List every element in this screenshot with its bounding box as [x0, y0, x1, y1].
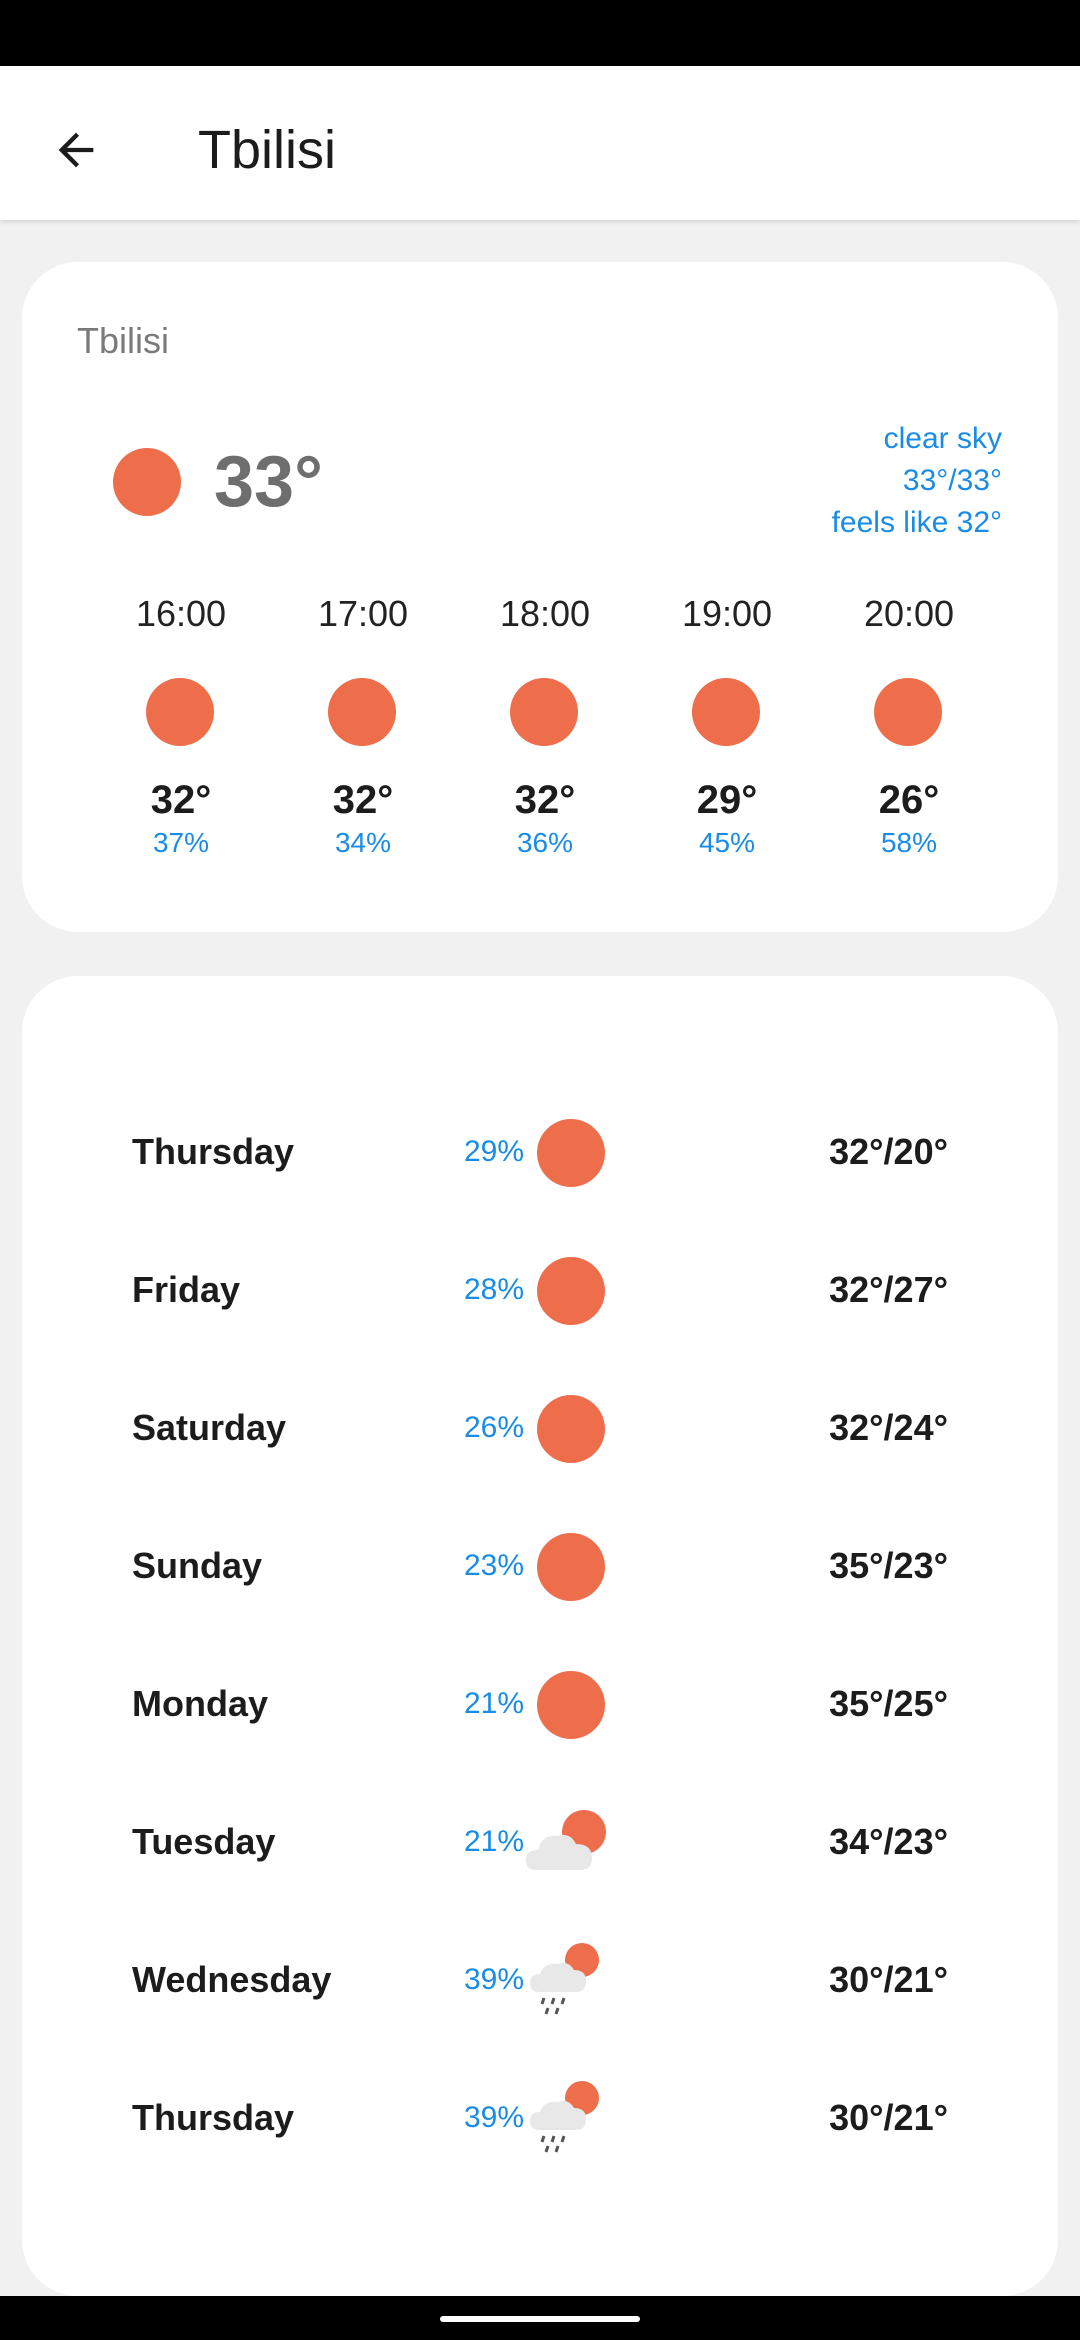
day-precipitation: 26% — [463, 1411, 524, 1444]
hourly-item: 18:00 32° 36% — [454, 592, 636, 892]
hour-precipitation: 58% — [880, 827, 938, 858]
hour-precipitation: 36% — [516, 827, 574, 858]
page-title: Tbilisi — [198, 120, 337, 180]
day-name: Tuesday — [132, 1821, 276, 1862]
arrow-back-icon — [58, 132, 94, 168]
current-temperature: 33° — [214, 442, 323, 522]
sun-icon — [113, 448, 181, 516]
day-precipitation: 39% — [463, 1963, 524, 1996]
rain-sun-icon — [530, 1943, 599, 2015]
day-name: Thursday — [132, 2097, 295, 2138]
hourly-forecast: 16:00 32° 37% 17:00 32° 34% 18:00 32° 36… — [90, 592, 1000, 892]
day-name: Wednesday — [132, 1959, 332, 2000]
hour-time: 16:00 — [135, 593, 227, 634]
feels-like: feels like 32° — [831, 506, 1002, 539]
day-temperature-range: 30°/21° — [829, 1959, 948, 2000]
home-handle[interactable] — [440, 2316, 640, 2322]
day-temperature-range: 35°/23° — [829, 1545, 948, 1586]
weather-description-block: clear sky 33°/33° feels like 32° — [832, 418, 1002, 544]
day-precipitation: 21% — [463, 1825, 524, 1858]
daily-row[interactable]: Friday 28% 32°/27° — [22, 1222, 1058, 1360]
app-bar: Tbilisi — [0, 66, 1080, 220]
day-name: Friday — [132, 1269, 241, 1310]
day-temperature-range: 32°/27° — [829, 1269, 948, 1310]
rain-sun-icon — [530, 2081, 599, 2153]
day-temperature-range: 34°/23° — [829, 1821, 948, 1862]
min-max-temperature: 33°/33° — [902, 464, 1002, 497]
daily-row[interactable]: Saturday 26% 32°/24° — [22, 1360, 1058, 1498]
day-name: Saturday — [132, 1407, 287, 1448]
hour-temperature: 32° — [150, 778, 212, 822]
day-precipitation: 21% — [463, 1687, 524, 1720]
sun-icon — [874, 678, 942, 746]
hour-temperature: 32° — [332, 778, 394, 822]
day-temperature-range: 32°/24° — [829, 1407, 948, 1448]
day-precipitation: 29% — [463, 1135, 524, 1168]
daily-forecast-card: Thursday 29% 32°/20° Friday 28% 32°/27° … — [22, 976, 1058, 2296]
daily-row[interactable]: Thursday 39% 30°/21° — [22, 2050, 1058, 2188]
day-name: Sunday — [132, 1545, 263, 1586]
hour-time: 19:00 — [681, 593, 773, 634]
sun-icon — [692, 678, 760, 746]
day-temperature-range: 35°/25° — [829, 1683, 948, 1724]
sun-icon — [537, 1533, 605, 1601]
hour-precipitation: 34% — [334, 827, 392, 858]
daily-row[interactable]: Tuesday 21% 34°/23° — [22, 1774, 1058, 1912]
sun-icon — [328, 678, 396, 746]
hour-temperature: 26° — [878, 778, 940, 822]
hourly-item: 17:00 32° 34% — [272, 592, 454, 892]
sun-icon — [537, 1119, 605, 1187]
sun-icon — [537, 1671, 605, 1739]
hourly-item: 20:00 26° 58% — [818, 592, 1000, 892]
weather-description: clear sky — [883, 422, 1002, 455]
daily-row[interactable]: Sunday 23% 35°/23° — [22, 1498, 1058, 1636]
hour-precipitation: 37% — [152, 827, 210, 858]
day-temperature-range: 30°/21° — [829, 2097, 948, 2138]
day-precipitation: 28% — [463, 1273, 524, 1306]
partly-cloudy-icon — [526, 1810, 606, 1870]
daily-row[interactable]: Monday 21% 35°/25° — [22, 1636, 1058, 1774]
status-bar — [0, 0, 1080, 66]
hour-time: 17:00 — [317, 593, 409, 634]
hourly-item: 19:00 29° 45% — [636, 592, 818, 892]
day-name: Monday — [132, 1683, 269, 1724]
day-precipitation: 23% — [463, 1549, 524, 1582]
hourly-item: 16:00 32° 37% — [90, 592, 272, 892]
sun-icon — [146, 678, 214, 746]
sun-icon — [537, 1395, 605, 1463]
day-name: Thursday — [132, 1131, 295, 1172]
sun-icon — [537, 1257, 605, 1325]
hour-time: 20:00 — [863, 593, 955, 634]
daily-row[interactable]: Thursday 29% 32°/20° — [22, 1084, 1058, 1222]
hour-temperature: 29° — [696, 778, 758, 822]
hour-time: 18:00 — [499, 593, 591, 634]
navigation-bar — [0, 2296, 1080, 2340]
sun-icon — [510, 678, 578, 746]
daily-row[interactable]: Wednesday 39% 30°/21° — [22, 1912, 1058, 2050]
hour-temperature: 32° — [514, 778, 576, 822]
current-weather-card: Tbilisi 33° clear sky 33°/33° feels like… — [22, 262, 1058, 932]
hour-precipitation: 45% — [698, 827, 756, 858]
back-button[interactable] — [36, 110, 116, 190]
day-temperature-range: 32°/20° — [829, 1131, 948, 1172]
city-label: Tbilisi — [77, 320, 170, 361]
day-precipitation: 39% — [463, 2101, 524, 2134]
